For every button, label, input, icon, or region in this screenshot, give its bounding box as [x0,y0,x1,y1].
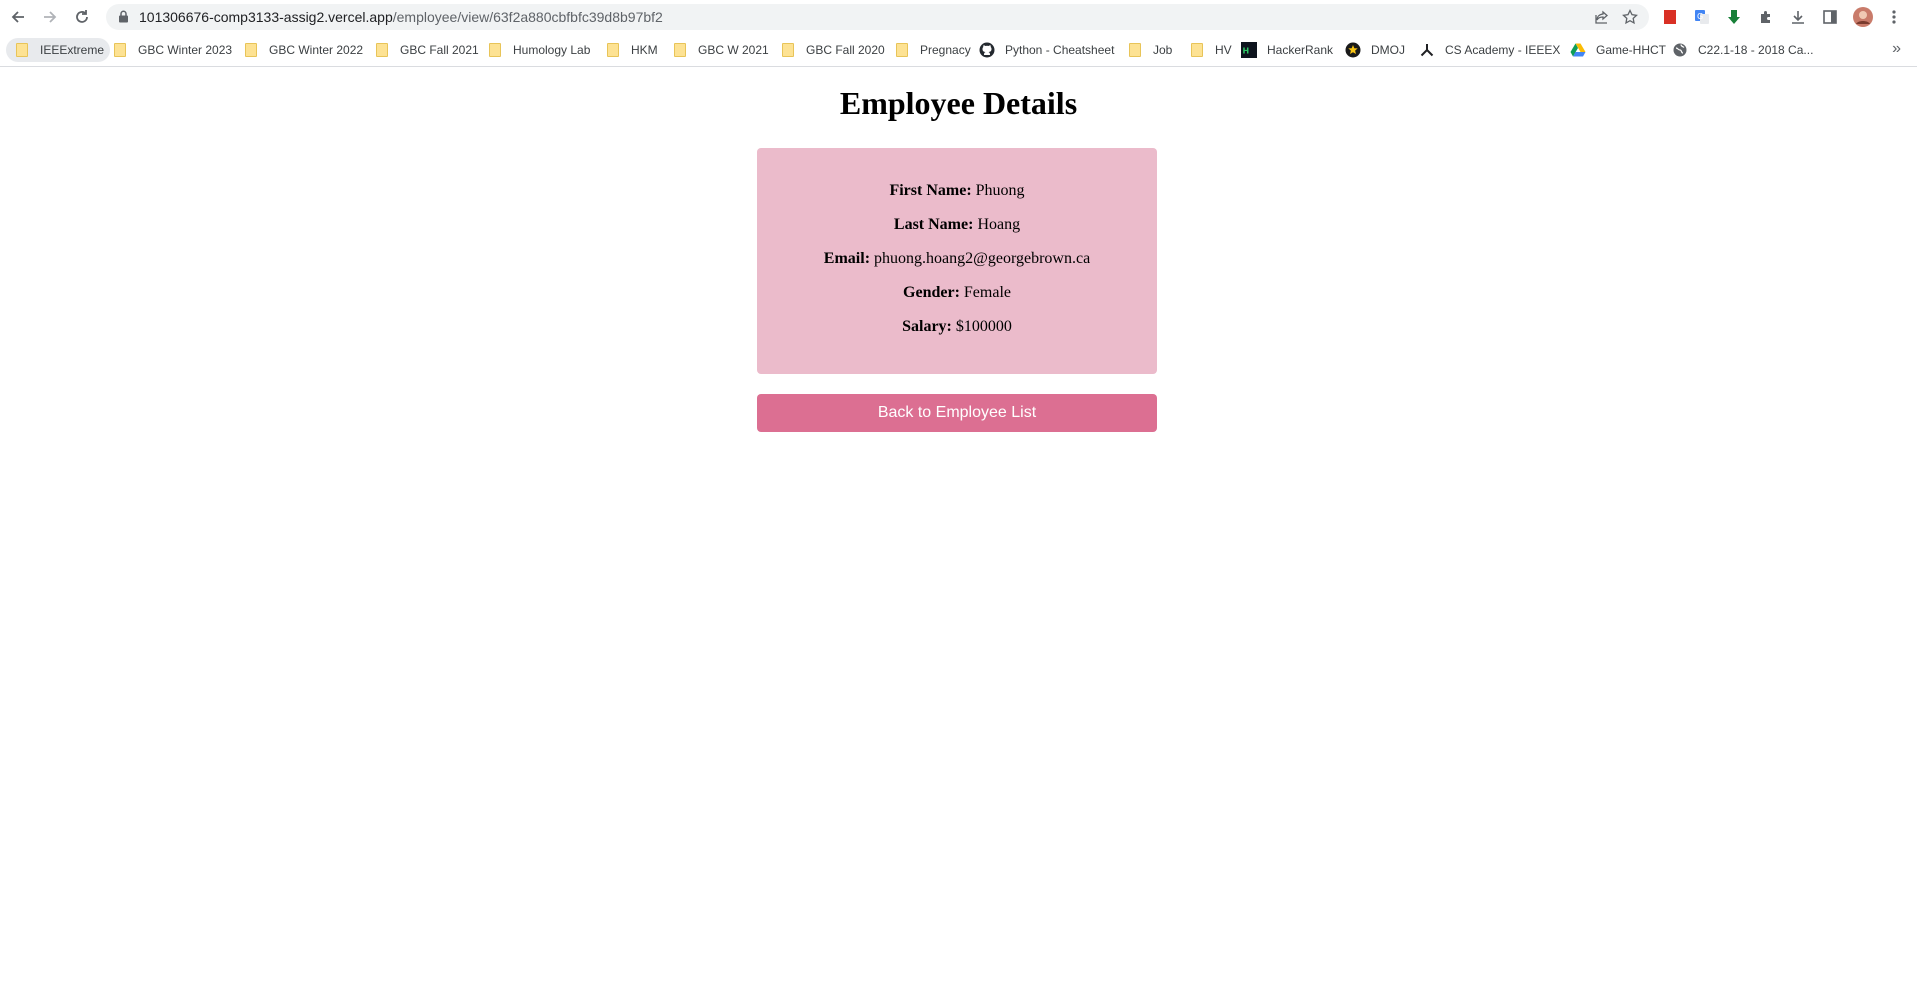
red-bookmark-extension-icon[interactable] [1660,7,1680,27]
github-icon [979,42,995,58]
bookmark-label: GBC Winter 2022 [269,43,364,57]
bookmark-label: Python - Cheatsheet [1005,43,1115,57]
bookmark-label: DMOJ [1371,43,1405,57]
globe-icon [1672,42,1688,58]
folder-icon [374,42,390,58]
email-value: phuong.hoang2@georgebrown.ca [874,250,1091,267]
dmoj-icon [1345,42,1361,58]
folder-icon [487,42,503,58]
bookmark-gbc-fall-2021[interactable]: GBC Fall 2021 [366,38,485,62]
puzzle-extensions-icon[interactable] [1756,7,1776,27]
bookmark-label: Pregnacy [920,43,971,57]
bookmark-pregnacy[interactable]: Pregnacy [886,38,977,62]
bookmark-label: HackerRank [1267,43,1334,57]
folder-icon [780,42,796,58]
email-row: Email: phuong.hoang2@georgebrown.ca [757,250,1157,268]
folder-icon [14,42,30,58]
email-label: Email: [823,250,871,267]
lock-icon[interactable] [118,10,129,28]
gender-value: Female [963,284,1011,301]
url-path: /employee/view/63f2a880cbfbfc39d8b97bf2 [392,9,663,25]
bookmark-game-hhct[interactable]: Game-HHCT [1562,38,1672,62]
folder-icon [672,42,688,58]
address-bar[interactable]: 101306676-comp3133-assig2.vercel.app/emp… [106,4,1649,30]
bookmark-hackerrank[interactable]: H HackerRank [1233,38,1339,62]
download-arrow-extension-icon[interactable] [1724,7,1744,27]
folder-icon [112,42,128,58]
bookmark-label: Job [1153,43,1173,57]
gender-label: Gender: [903,284,960,301]
folder-icon [605,42,621,58]
last-name-row: Last Name: Hoang [757,216,1157,234]
bookmark-label: GBC Fall 2020 [806,43,885,57]
folder-icon [243,42,259,58]
salary-row: Salary: $100000 [757,318,1157,336]
share-icon[interactable] [1593,8,1611,26]
bookmark-job[interactable]: Job [1119,38,1178,62]
folder-icon [1189,42,1205,58]
profile-avatar[interactable] [1853,7,1873,27]
folder-icon [894,42,910,58]
bookmark-label: GBC W 2021 [698,43,769,57]
bookmark-dmoj[interactable]: DMOJ [1337,38,1411,62]
downloads-icon[interactable] [1788,7,1808,27]
bookmark-c22[interactable]: C22.1-18 - 2018 Ca... [1664,38,1819,62]
bookmark-hkm[interactable]: HKM [597,38,664,62]
bookmark-gbc-w-2021[interactable]: GBC W 2021 [664,38,775,62]
first-name-value: Phuong [975,182,1025,199]
forward-arrow-icon[interactable] [38,5,62,29]
side-panel-icon[interactable] [1820,7,1840,27]
bookmark-label: HKM [631,43,658,57]
page-title: Employee Details [839,85,1078,121]
bookmark-hv[interactable]: HV [1181,38,1238,62]
csacademy-icon [1419,42,1435,58]
bookmark-humology-lab[interactable]: Humology Lab [479,38,596,62]
menu-kebab-icon[interactable] [1884,7,1904,27]
bookmark-label: GBC Winter 2023 [138,43,233,57]
star-icon[interactable] [1621,8,1639,26]
bookmark-cs-academy[interactable]: CS Academy - IEEEX [1411,38,1566,62]
folder-icon [1127,42,1143,58]
bookmark-label: C22.1-18 - 2018 Ca... [1698,43,1814,57]
bookmark-label: IEEExtreme [40,43,105,57]
bookmark-gbc-winter-2023[interactable]: GBC Winter 2023 [104,38,238,62]
salary-value: $100000 [955,318,1012,335]
browser-toolbar: 101306676-comp3133-assig2.vercel.app/emp… [0,0,1917,34]
url-text[interactable]: 101306676-comp3133-assig2.vercel.app/emp… [139,9,663,25]
url-host: 101306676-comp3133-assig2.vercel.app [139,9,393,25]
hackerrank-icon: H [1241,42,1257,58]
bookmark-python-cheatsheet[interactable]: Python - Cheatsheet [971,38,1120,62]
google-translate-icon[interactable]: G [1692,7,1712,27]
first-name-row: First Name: Phuong [757,182,1157,200]
employee-details-card: First Name: Phuong Last Name: Hoang Emai… [757,148,1157,374]
bookmark-label: HV [1215,43,1232,57]
more-bookmarks-chevron-icon[interactable]: » [1892,40,1901,58]
bookmark-ieeextreme[interactable]: IEEExtreme [6,38,111,62]
bookmark-gbc-winter-2022[interactable]: GBC Winter 2022 [235,38,369,62]
first-name-label: First Name: [889,182,972,199]
svg-text:H: H [1243,47,1250,56]
bookmark-label: Humology Lab [513,43,591,57]
bookmarks-bar: IEEExtreme GBC Winter 2023 GBC Winter 20… [0,34,1917,67]
bookmark-label: Game-HHCT [1596,43,1667,57]
svg-text:G: G [1697,12,1703,21]
back-arrow-icon[interactable] [6,5,30,29]
gender-row: Gender: Female [757,284,1157,302]
bookmark-label: CS Academy - IEEEX [1445,43,1561,57]
last-name-value: Hoang [977,216,1021,233]
salary-label: Salary: [902,318,952,335]
last-name-label: Last Name: [893,216,974,233]
google-drive-icon [1570,42,1586,58]
bookmark-gbc-fall-2020[interactable]: GBC Fall 2020 [772,38,891,62]
back-to-employee-list-button[interactable]: Back to Employee List [757,394,1157,432]
bookmark-label: GBC Fall 2021 [400,43,479,57]
reload-icon[interactable] [70,5,94,29]
